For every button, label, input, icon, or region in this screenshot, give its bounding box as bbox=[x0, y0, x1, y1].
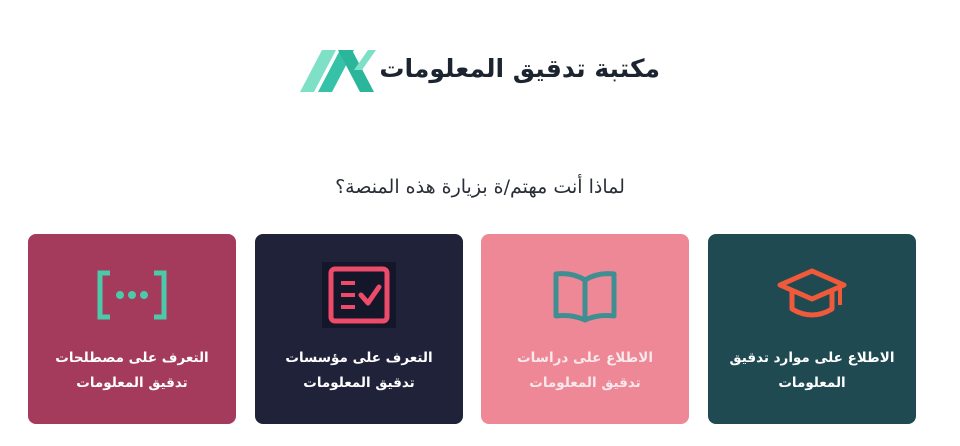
card-label: التعرف على مصطلحات تدقيق المعلومات bbox=[55, 350, 209, 391]
brackets-dots-icon bbox=[28, 262, 236, 328]
card-institutions[interactable]: التعرف على مؤسسات تدقيق المعلومات bbox=[255, 234, 463, 424]
site-title[interactable]: مكتبة تدقيق المعلومات bbox=[379, 54, 660, 83]
card-label: الاطلاع على دراسات تدقيق المعلومات bbox=[517, 350, 653, 391]
checklist-icon bbox=[255, 262, 463, 328]
option-cards: الاطلاع على موارد تدقيق المعلومات الاطلا… bbox=[0, 234, 960, 424]
header: مكتبة تدقيق المعلومات bbox=[0, 44, 960, 100]
card-terms[interactable]: التعرف على مصطلحات تدقيق المعلومات bbox=[28, 234, 236, 424]
card-label: التعرف على مؤسسات تدقيق المعلومات bbox=[285, 350, 433, 391]
card-studies[interactable]: الاطلاع على دراسات تدقيق المعلومات bbox=[481, 234, 689, 424]
graduation-cap-icon bbox=[708, 262, 916, 328]
question-heading: لماذا أنت مهتم/ة بزيارة هذه المنصة؟ bbox=[335, 176, 625, 198]
card-label: الاطلاع على موارد تدقيق المعلومات bbox=[729, 350, 895, 391]
open-book-icon bbox=[481, 262, 689, 328]
ax-logo-icon[interactable] bbox=[298, 46, 376, 94]
card-resources[interactable]: الاطلاع على موارد تدقيق المعلومات bbox=[708, 234, 916, 424]
